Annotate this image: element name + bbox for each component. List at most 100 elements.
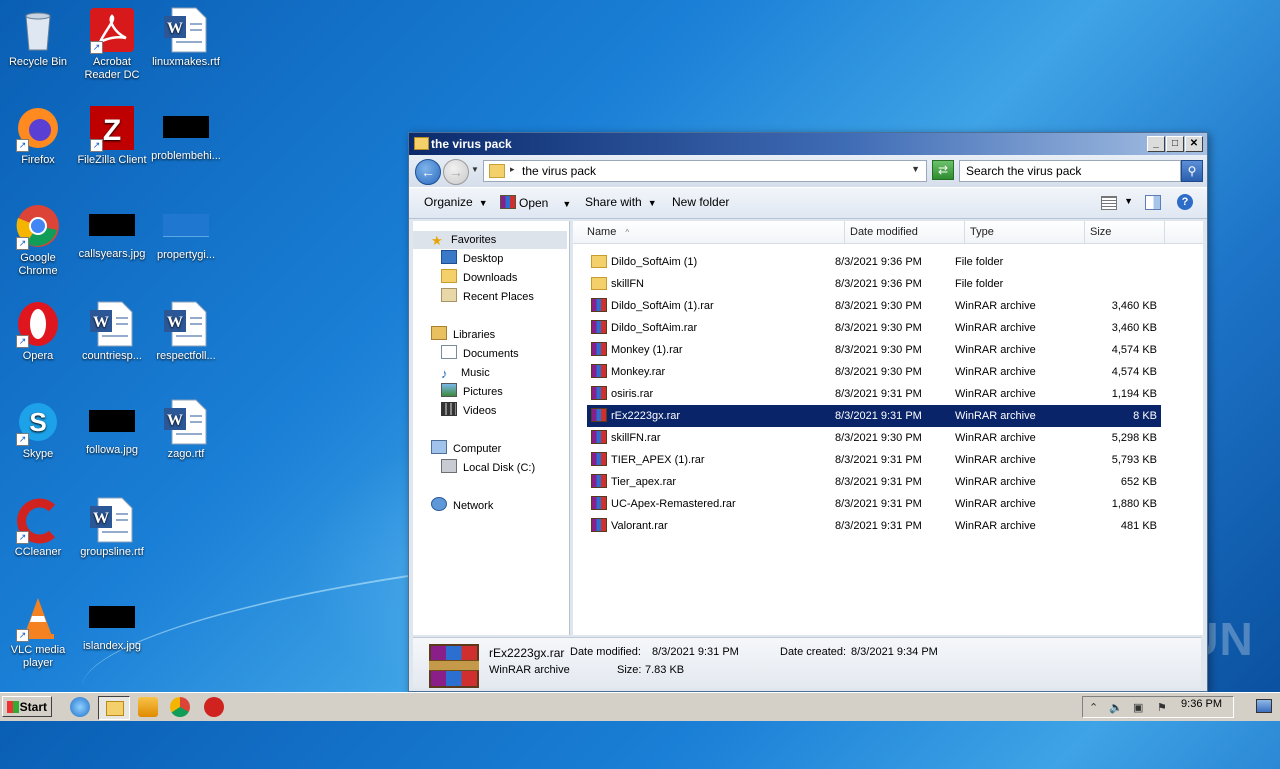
desktop-icon-filezilla[interactable]: Z ↗ FileZilla Client: [74, 104, 150, 167]
desktop-icon-countriesp[interactable]: W countriesp...: [74, 300, 150, 363]
nav-local-disk[interactable]: Local Disk (C:): [441, 459, 535, 477]
preview-pane-icon[interactable]: [1145, 195, 1161, 210]
nav-pictures[interactable]: Pictures: [441, 383, 503, 401]
nav-documents[interactable]: Documents: [441, 345, 519, 363]
word-document-icon: W: [162, 6, 210, 54]
nav-label: Recent Places: [463, 291, 534, 303]
opera-icon[interactable]: [204, 697, 224, 717]
chrome-icon: ↗: [14, 202, 62, 250]
column-header-size[interactable]: Size: [1084, 221, 1165, 243]
action-center-flag-icon[interactable]: ⚑: [1157, 701, 1167, 714]
address-dropdown-icon[interactable]: ▼: [911, 164, 920, 174]
desktop-icon-respectfoll[interactable]: W respectfoll...: [148, 300, 224, 363]
desktop-icon-skype[interactable]: S ↗ Skype: [0, 398, 76, 461]
view-options-dropdown[interactable]: ▼: [1124, 196, 1133, 206]
search-input[interactable]: Search the virus pack: [959, 160, 1181, 182]
help-icon[interactable]: ?: [1177, 194, 1193, 210]
nav-network[interactable]: Network: [431, 497, 493, 515]
show-hidden-icons[interactable]: ⌃: [1089, 701, 1098, 714]
desktop-icon-opera[interactable]: ↗ Opera: [0, 300, 76, 363]
breadcrumb-arrow-icon[interactable]: ▸: [510, 164, 515, 175]
desktop-icon-firefox[interactable]: ↗ Firefox: [0, 104, 76, 167]
taskbar-explorer-button[interactable]: [98, 696, 130, 720]
desktop-icon-label: callsyears.jpg: [78, 248, 146, 260]
file-name-cell: Monkey.rar: [591, 361, 665, 383]
share-with-label: Share with: [585, 195, 642, 209]
desktop-icon-callsyears[interactable]: callsyears.jpg: [74, 202, 150, 261]
recycle-bin-icon: [14, 6, 62, 54]
chrome-icon[interactable]: [170, 697, 190, 717]
desktop-icon-islandex[interactable]: islandex.jpg: [74, 594, 150, 653]
change-view-icon[interactable]: [1101, 196, 1117, 210]
winrar-archive-icon: [591, 496, 607, 510]
network-tray-icon[interactable]: ▣: [1133, 701, 1143, 714]
maximize-button[interactable]: □: [1166, 136, 1184, 152]
svg-text:W: W: [93, 510, 109, 527]
desktop-icon-linuxmakes[interactable]: W linuxmakes.rtf: [148, 6, 224, 69]
desktop-icon-groupsline[interactable]: W groupsline.rtf: [74, 496, 150, 559]
open-button[interactable]: Open ▼: [500, 195, 571, 210]
nav-videos[interactable]: Videos: [441, 402, 496, 420]
address-path[interactable]: the virus pack: [522, 164, 596, 178]
svg-text:Z: Z: [103, 114, 121, 147]
refresh-button[interactable]: ⇄: [932, 160, 954, 180]
media-player-icon[interactable]: [138, 697, 158, 717]
file-row[interactable]: rEx2223gx.rar 8/3/2021 9:31 PM WinRAR arch…: [587, 405, 1161, 427]
show-desktop-icon[interactable]: [1256, 699, 1272, 713]
shortcut-arrow-icon: ↗: [90, 41, 103, 54]
desktop-icon-chrome[interactable]: ↗ Google Chrome: [0, 202, 76, 278]
file-row[interactable]: UC-Apex-Remastered.rar 8/3/2021 9:31 PM Wi…: [587, 493, 1161, 515]
share-with-button[interactable]: Share with ▼: [585, 195, 657, 209]
search-icon[interactable]: ⚲: [1181, 160, 1203, 182]
organize-button[interactable]: Organize ▼: [424, 195, 488, 209]
internet-explorer-icon[interactable]: [70, 697, 90, 717]
column-header-name[interactable]: Name ^: [581, 221, 845, 243]
file-row[interactable]: skillFN.rar 8/3/2021 9:30 PM WinRAR archiv…: [587, 427, 1161, 449]
forward-button[interactable]: →: [443, 159, 469, 185]
nav-computer[interactable]: Computer: [431, 440, 501, 458]
speaker-icon[interactable]: 🔈: [1109, 701, 1123, 714]
desktop-icon-propertygi[interactable]: propertygi...: [148, 202, 224, 262]
column-header-type[interactable]: Type: [964, 221, 1085, 243]
nav-downloads[interactable]: Downloads: [441, 269, 517, 287]
file-row[interactable]: Monkey (1).rar 8/3/2021 9:30 PM WinRAR arc…: [587, 339, 1161, 361]
address-bar[interactable]: ▸ the virus pack ▼: [483, 160, 927, 182]
desktop-icon-ccleaner[interactable]: ↗ CCleaner: [0, 496, 76, 559]
desktop-icon-problembehi[interactable]: problembehi...: [148, 104, 224, 163]
winrar-archive-icon: [591, 430, 607, 444]
column-header-date[interactable]: Date modified: [844, 221, 965, 243]
file-row[interactable]: Tier_apex.rar 8/3/2021 9:31 PM WinRAR arch…: [587, 471, 1161, 493]
file-row[interactable]: Valorant.rar 8/3/2021 9:31 PM WinRAR archi…: [587, 515, 1161, 537]
file-row[interactable]: osiris.rar 8/3/2021 9:31 PM WinRAR archive…: [587, 383, 1161, 405]
clock[interactable]: 9:36 PM: [1181, 698, 1222, 710]
file-row[interactable]: Dildo_SoftAim.rar 8/3/2021 9:30 PM WinRAR …: [587, 317, 1161, 339]
file-name: Tier_apex.rar: [611, 476, 677, 488]
nav-favorites[interactable]: ★ Favorites: [413, 231, 567, 249]
window-titlebar[interactable]: the virus pack _ □ ✕: [409, 133, 1207, 155]
start-button[interactable]: Start: [2, 696, 52, 717]
windows-flag-icon: [7, 701, 19, 713]
file-row[interactable]: Monkey.rar 8/3/2021 9:30 PM WinRAR archive…: [587, 361, 1161, 383]
details-modified-label: Date modified:: [570, 646, 641, 658]
new-folder-button[interactable]: New folder: [672, 195, 729, 209]
desktop-icon-recycle-bin[interactable]: Recycle Bin: [0, 6, 76, 69]
nav-music[interactable]: ♪ Music: [441, 364, 490, 382]
file-name-cell: Dildo_SoftAim.rar: [591, 317, 697, 339]
desktop-icon-followa[interactable]: followa.jpg: [74, 398, 150, 457]
desktop-icon-acrobat[interactable]: ↗ Acrobat Reader DC: [74, 6, 150, 82]
file-row[interactable]: TIER_APEX (1).rar 8/3/2021 9:31 PM WinRAR …: [587, 449, 1161, 471]
desktop-icon-vlc[interactable]: ↗ VLC media player: [0, 594, 76, 670]
nav-desktop[interactable]: Desktop: [441, 250, 503, 268]
close-button[interactable]: ✕: [1185, 136, 1203, 152]
open-label: Open: [519, 196, 549, 210]
back-button[interactable]: ←: [415, 159, 441, 185]
recent-pages-dropdown[interactable]: ▼: [471, 165, 479, 174]
minimize-button[interactable]: _: [1147, 136, 1165, 152]
file-row[interactable]: Dildo_SoftAim (1).rar 8/3/2021 9:30 PM Win…: [587, 295, 1161, 317]
nav-libraries[interactable]: Libraries: [431, 326, 495, 344]
explorer-window: the virus pack _ □ ✕ ← → ▼ ▸ the virus p…: [408, 132, 1208, 692]
file-row[interactable]: Dildo_SoftAim (1) 8/3/2021 9:36 PM File fo…: [587, 251, 1161, 273]
file-row[interactable]: skillFN 8/3/2021 9:36 PM File folder: [587, 273, 1161, 295]
desktop-icon-zago[interactable]: W zago.rtf: [148, 398, 224, 461]
nav-recent-places[interactable]: Recent Places: [441, 288, 534, 306]
